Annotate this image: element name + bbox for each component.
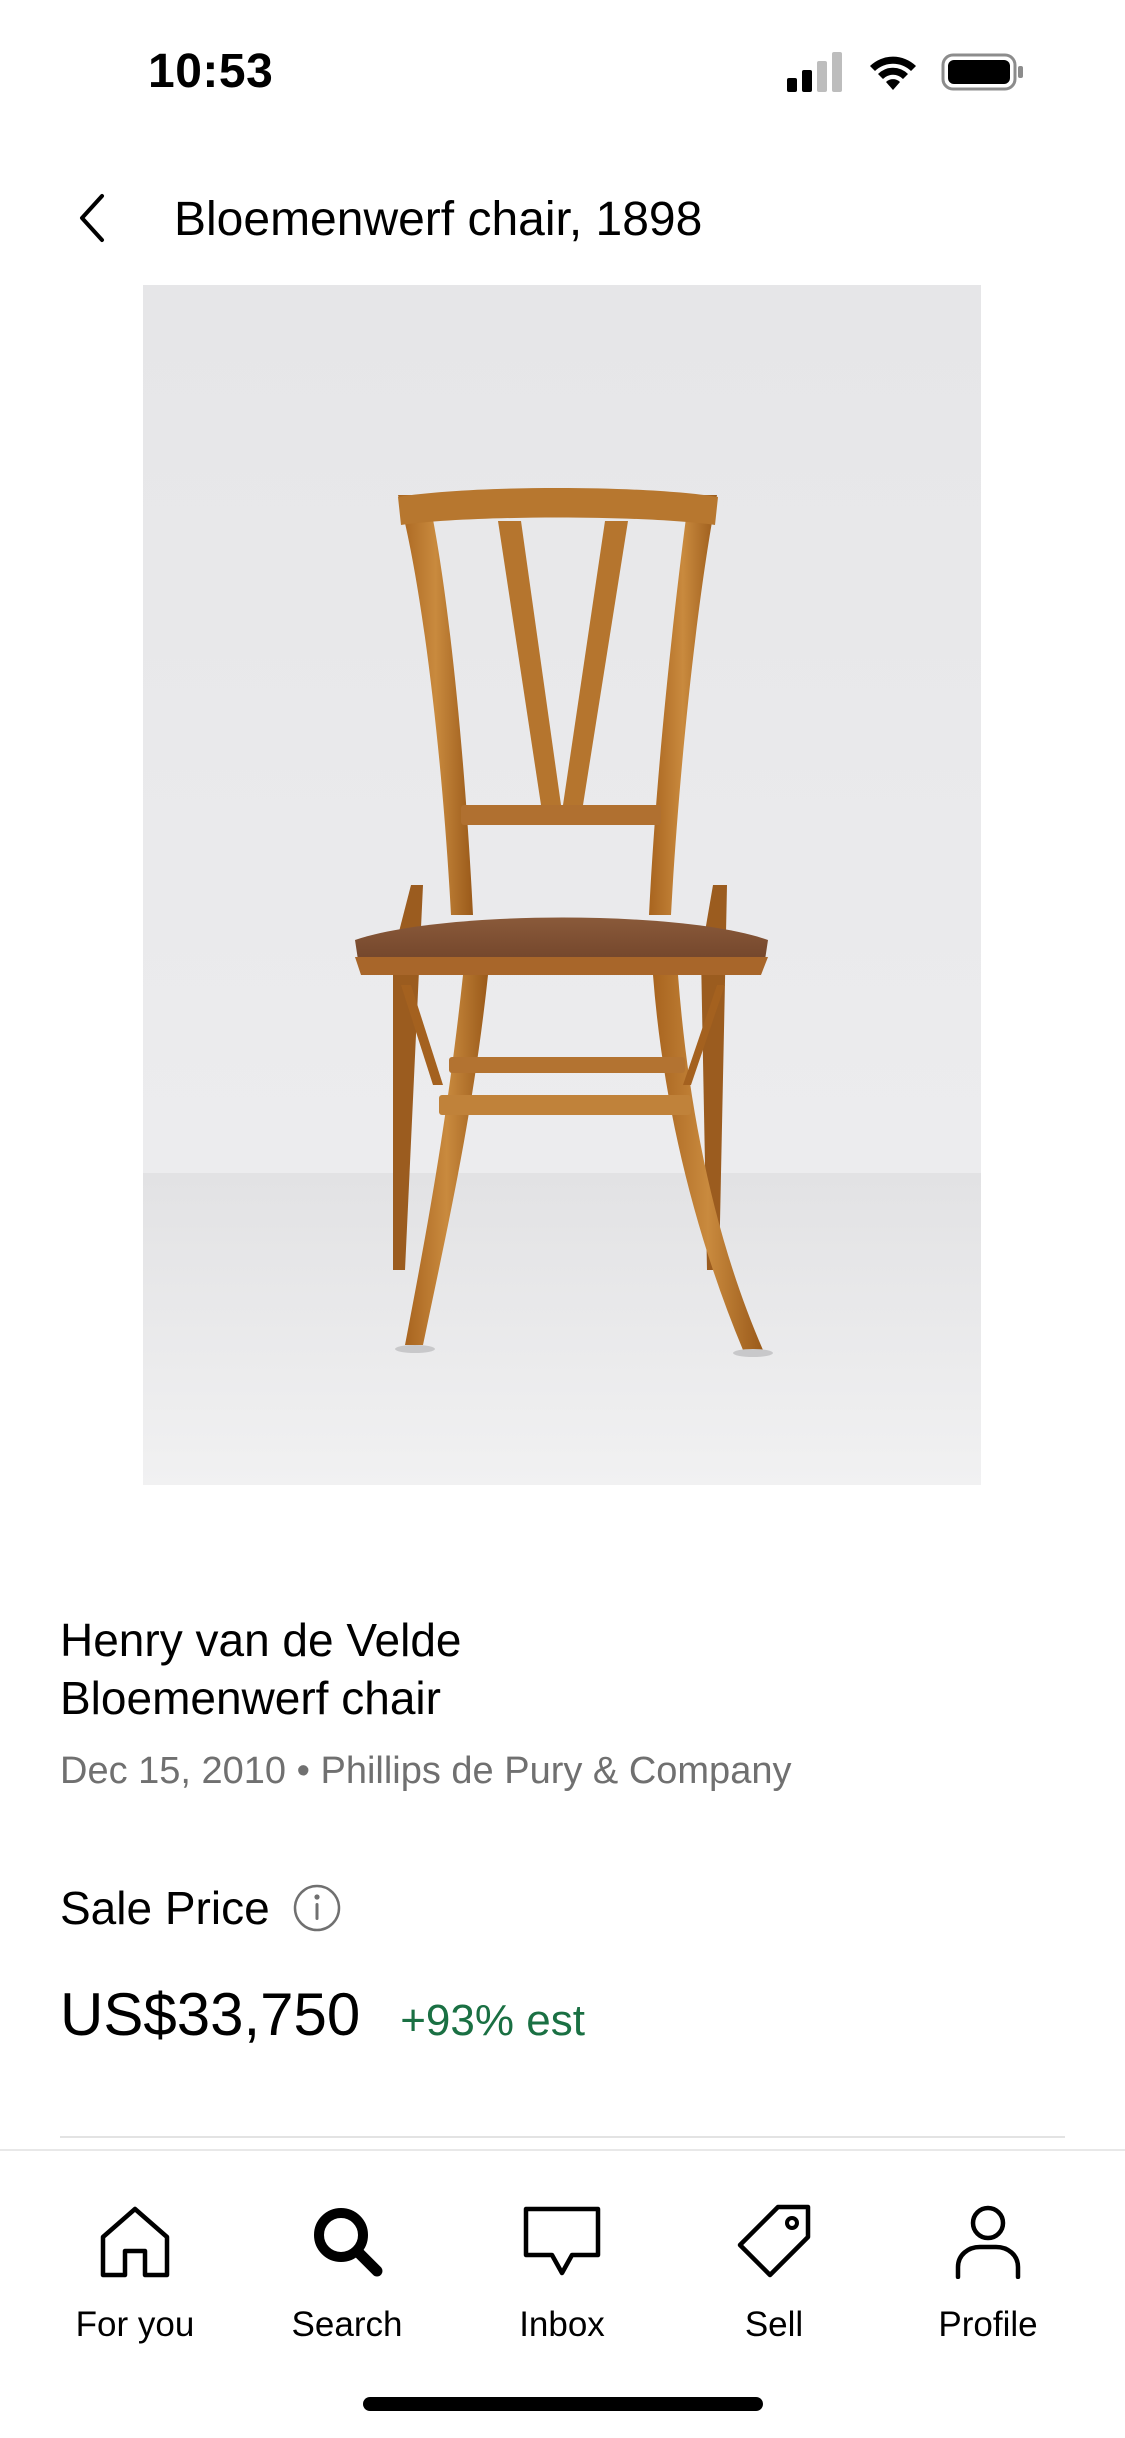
chevron-left-icon [74, 192, 110, 249]
sale-price-row: Sale Price [60, 1876, 342, 1940]
home-icon [95, 2201, 175, 2281]
header: Bloemenwerf chair, 1898 [0, 170, 1125, 270]
home-indicator [363, 2397, 763, 2411]
battery-icon [941, 52, 1025, 97]
tab-inbox[interactable]: Inbox [467, 2201, 657, 2361]
tab-label: Inbox [519, 2305, 605, 2344]
price-row: US$33,750 +93% est [60, 1980, 585, 2060]
signal-icon [787, 51, 845, 97]
artwork-title: Bloemenwerf chair [60, 1672, 441, 1724]
tab-bar: For you Search Inbox Sell Profile [0, 2149, 1125, 2438]
sale-price-label: Sale Price [60, 1882, 270, 1934]
price-change-badge: +93% est [400, 1996, 585, 2045]
sale-price-value: US$33,750 [60, 1981, 361, 2048]
tab-label: Search [291, 2305, 403, 2344]
status-icons [787, 51, 1025, 97]
tab-search[interactable]: Search [252, 2201, 442, 2361]
tab-for-you[interactable]: For you [40, 2201, 230, 2361]
tab-label: Profile [938, 2305, 1038, 2344]
page-title: Bloemenwerf chair, 1898 [174, 193, 703, 246]
divider [60, 2136, 1065, 2138]
back-button[interactable] [56, 184, 128, 256]
artwork-image[interactable] [143, 285, 981, 1485]
person-icon [948, 2201, 1028, 2281]
sale-meta: Dec 15, 2010 • Phillips de Pury & Compan… [60, 1750, 792, 1792]
tag-icon [734, 2201, 814, 2281]
chair-photo [143, 285, 981, 1485]
tab-sell[interactable]: Sell [679, 2201, 869, 2361]
message-icon [522, 2201, 602, 2281]
wifi-icon [867, 52, 919, 97]
info-icon[interactable] [292, 1883, 342, 1933]
artist-name[interactable]: Henry van de Velde [60, 1612, 462, 1668]
search-icon [307, 2201, 387, 2281]
tab-label: For you [75, 2305, 195, 2344]
tab-profile[interactable]: Profile [893, 2201, 1083, 2361]
status-time: 10:53 [148, 45, 274, 98]
status-bar: 10:53 [0, 0, 1125, 140]
tab-label: Sell [744, 2305, 804, 2344]
